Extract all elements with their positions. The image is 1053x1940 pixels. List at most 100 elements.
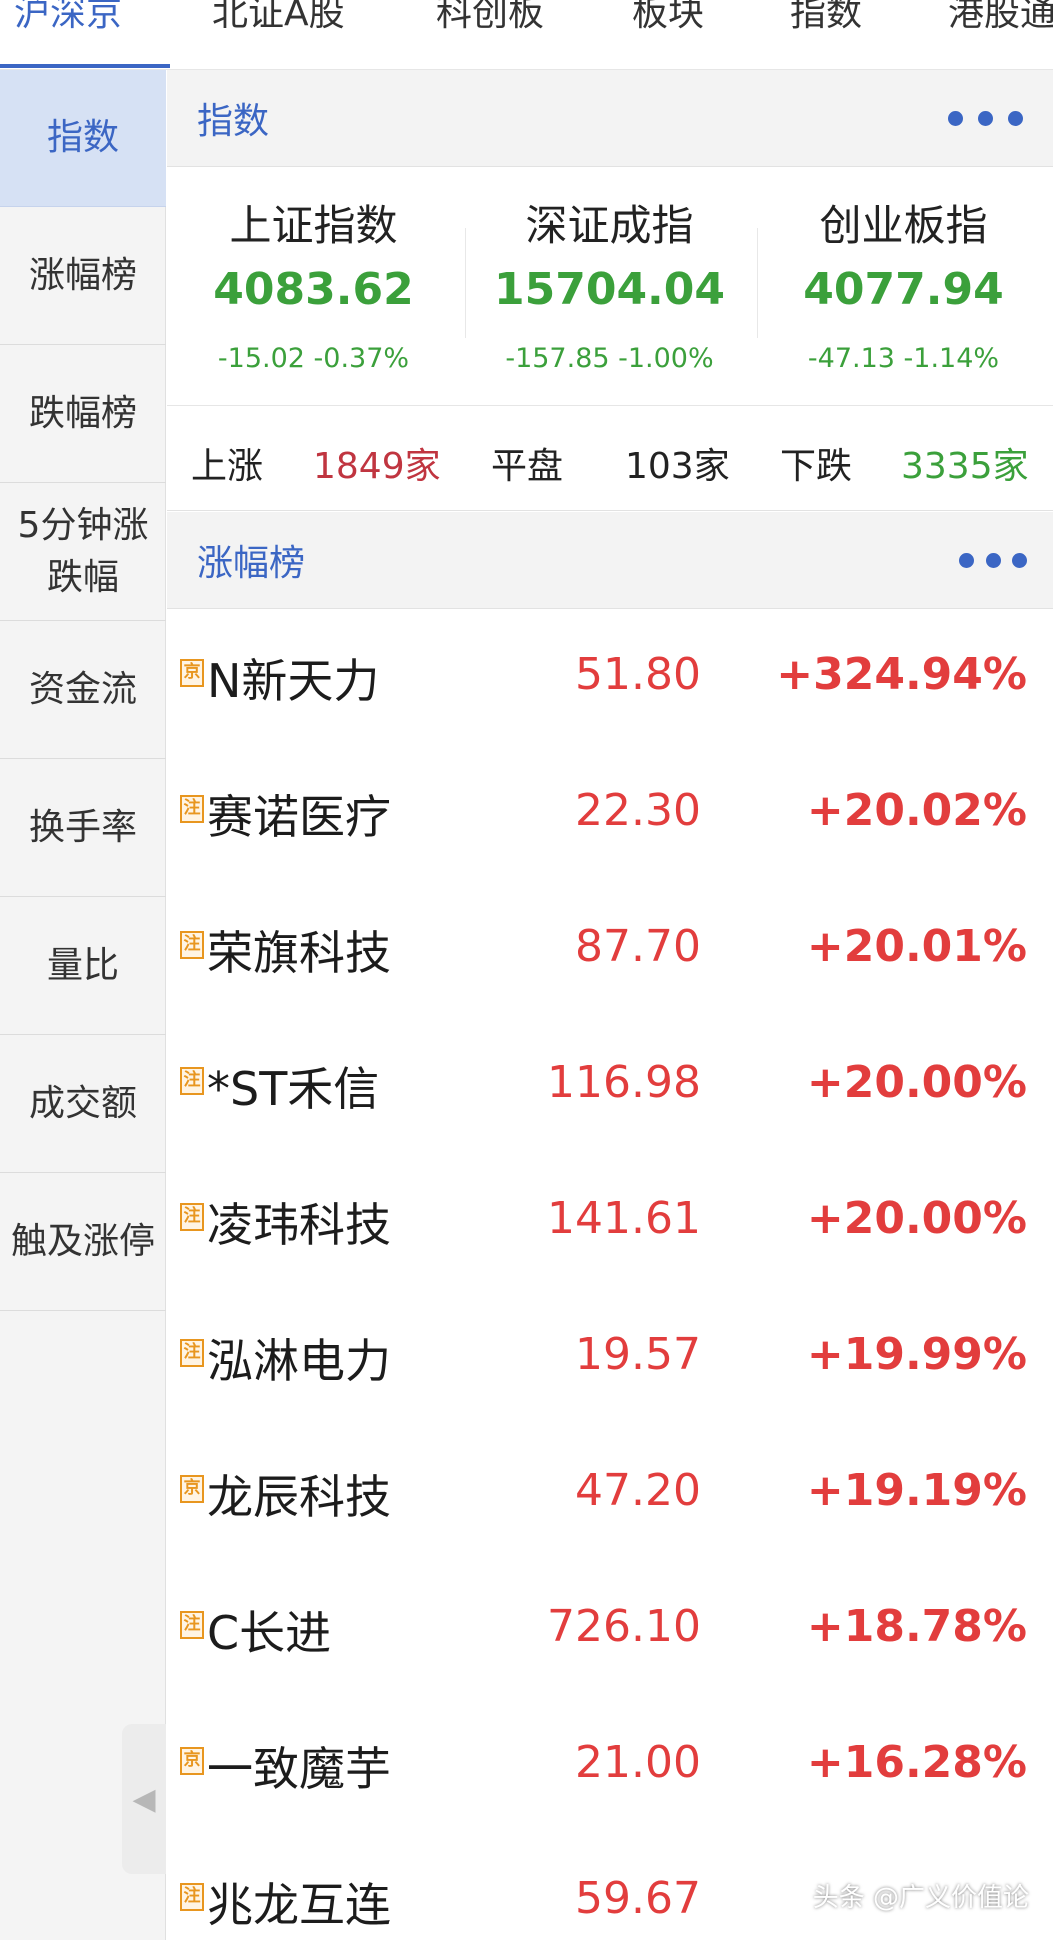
index-change: -157.85 -1.00% xyxy=(505,343,714,374)
index-card-shenzhen[interactable]: 深证成指 15704.04 -157.85 -1.00% xyxy=(463,168,756,406)
tab-bankuai[interactable]: 板块 xyxy=(632,0,704,54)
stock-change-pct: +18.78% xyxy=(806,1601,1027,1652)
stock-row[interactable]: 注 泓淋电力 19.57 +19.99% xyxy=(167,1289,1053,1425)
index-price: 4077.94 xyxy=(803,264,1004,315)
sidebar-item-turnover-amount[interactable]: 成交额 xyxy=(0,1036,166,1173)
stock-row[interactable]: 注 赛诺医疗 22.30 +20.02% xyxy=(167,745,1053,881)
market-badge: 注 xyxy=(180,1067,204,1095)
stock-price: 141.61 xyxy=(547,1193,701,1244)
sidebar: 指数 涨幅榜 跌幅榜 5分钟涨 跌幅 资金流 换手率 量比 成交额 触及涨停 xyxy=(0,70,166,1940)
index-section-header: 指数 xyxy=(167,70,1053,167)
collapse-arrow-icon: ◀ xyxy=(132,1781,156,1817)
stock-price: 21.00 xyxy=(575,1737,701,1788)
collapse-handle[interactable]: ◀ xyxy=(122,1724,166,1874)
stock-name: 泓淋电力 xyxy=(207,1334,391,1388)
index-name: 上证指数 xyxy=(229,201,398,250)
stock-row[interactable]: 注 凌玮科技 141.61 +20.00% xyxy=(167,1153,1053,1289)
market-badge: 京 xyxy=(180,659,204,687)
stock-change-pct: +20.00% xyxy=(806,1193,1027,1244)
stock-price: 19.57 xyxy=(575,1329,701,1380)
index-card-chinext[interactable]: 创业板指 4077.94 -47.13 -1.14% xyxy=(757,168,1050,406)
stock-name: 一致魔芋 xyxy=(207,1742,391,1796)
stock-change-pct: +19.19% xyxy=(806,1465,1027,1516)
stock-row[interactable]: 注 C长进 726.10 +18.78% xyxy=(167,1561,1053,1697)
active-tab-indicator xyxy=(0,64,170,68)
index-change: -15.02 -0.37% xyxy=(217,343,410,374)
stock-name: *ST禾信 xyxy=(207,1062,380,1116)
gainers-section-title: 涨幅榜 xyxy=(197,543,306,584)
up-label: 上涨 xyxy=(191,446,264,487)
tab-kechuang[interactable]: 科创板 xyxy=(436,0,544,54)
stock-price: 726.10 xyxy=(547,1601,701,1652)
stock-name: 龙辰科技 xyxy=(207,1470,391,1524)
sidebar-item-label: 成交额 xyxy=(28,1083,137,1124)
market-breadth: 上涨 1849家 平盘 103家 下跌 3335家 xyxy=(167,407,1053,511)
tab-hu-shen-jing[interactable]: 沪深京 xyxy=(14,0,122,54)
stock-name: N新天力 xyxy=(207,654,380,708)
sidebar-item-limit-up[interactable]: 触及涨停 xyxy=(0,1174,166,1311)
sidebar-item-5min-change[interactable]: 5分钟涨 跌幅 xyxy=(0,484,166,621)
down-count: 3335家 xyxy=(901,446,1029,487)
up-count: 1849家 xyxy=(313,446,441,487)
stock-change-pct: +324.94% xyxy=(776,649,1027,700)
stock-price: 87.70 xyxy=(575,921,701,972)
sidebar-item-label: 量比 xyxy=(46,945,119,986)
sidebar-item-label: 涨幅榜 xyxy=(28,255,137,296)
flat-count: 103家 xyxy=(625,446,730,487)
stock-row[interactable]: 注 *ST禾信 116.98 +20.00% xyxy=(167,1017,1053,1153)
stock-row[interactable]: 京 N新天力 51.80 +324.94% xyxy=(167,609,1053,745)
sidebar-item-losers[interactable]: 跌幅榜 xyxy=(0,346,166,483)
stock-change-pct: +20.02% xyxy=(806,785,1027,836)
market-badge: 注 xyxy=(180,1203,204,1231)
index-card-shanghai[interactable]: 上证指数 4083.62 -15.02 -0.37% xyxy=(167,168,460,406)
main-content: 指数 上证指数 4083.62 -15.02 -0.37% 深证成指 15704… xyxy=(167,70,1053,1940)
sidebar-item-index[interactable]: 指数 xyxy=(0,70,166,207)
sidebar-item-volume-ratio[interactable]: 量比 xyxy=(0,898,166,1035)
index-name: 深证成指 xyxy=(525,201,694,250)
index-name: 创业板指 xyxy=(819,201,988,250)
stock-row[interactable]: 注 荣旗科技 87.70 +20.01% xyxy=(167,881,1053,1017)
stock-change-pct: +16.28% xyxy=(806,1737,1027,1788)
more-icon[interactable] xyxy=(948,110,1023,126)
tab-beizheng-a[interactable]: 北证A股 xyxy=(212,0,345,54)
flat-label: 平盘 xyxy=(491,446,564,487)
stock-change-pct: +20.00% xyxy=(806,1057,1027,1108)
market-badge: 注 xyxy=(180,1883,204,1911)
index-change: -47.13 -1.14% xyxy=(807,343,1000,374)
market-badge: 注 xyxy=(180,931,204,959)
stock-price: 116.98 xyxy=(547,1057,701,1108)
watermark: 头条 @广义价值论 xyxy=(812,1883,1029,1913)
index-price: 4083.62 xyxy=(213,264,414,315)
stock-price: 59.67 xyxy=(575,1873,701,1924)
tab-zhishu[interactable]: 指数 xyxy=(790,0,862,54)
stock-row[interactable]: 京 一致魔芋 21.00 +16.28% xyxy=(167,1697,1053,1833)
market-badge: 注 xyxy=(180,1339,204,1367)
market-badge: 京 xyxy=(180,1475,204,1503)
market-tab-bar: 沪深京 北证A股 科创板 板块 指数 港股通 xyxy=(0,0,1053,70)
sidebar-item-label: 指数 xyxy=(46,117,119,158)
sidebar-item-label: 换手率 xyxy=(28,807,137,848)
stock-name: 赛诺医疗 xyxy=(207,790,391,844)
tab-ganggutong[interactable]: 港股通 xyxy=(948,0,1053,54)
stock-change-pct: +19.99% xyxy=(806,1329,1027,1380)
stock-name: 凌玮科技 xyxy=(207,1198,391,1252)
stock-price: 47.20 xyxy=(575,1465,701,1516)
sidebar-item-label: 触及涨停 xyxy=(10,1221,155,1262)
sidebar-item-label-line2: 跌幅 xyxy=(46,557,119,598)
sidebar-item-gainers[interactable]: 涨幅榜 xyxy=(0,208,166,345)
stock-row[interactable]: 京 龙辰科技 47.20 +19.19% xyxy=(167,1425,1053,1561)
sidebar-item-fund-flow[interactable]: 资金流 xyxy=(0,622,166,759)
market-badge: 注 xyxy=(180,795,204,823)
more-icon[interactable] xyxy=(959,552,1027,568)
market-badge: 京 xyxy=(180,1747,204,1775)
sidebar-item-turnover-rate[interactable]: 换手率 xyxy=(0,760,166,897)
down-label: 下跌 xyxy=(780,446,853,487)
index-section-title: 指数 xyxy=(197,101,270,142)
index-quotes: 上证指数 4083.62 -15.02 -0.37% 深证成指 15704.04… xyxy=(167,168,1053,406)
stock-name: 兆龙互连 xyxy=(207,1878,391,1932)
stock-price: 51.80 xyxy=(575,649,701,700)
stock-price: 22.30 xyxy=(575,785,701,836)
sidebar-item-label-line1: 5分钟涨 xyxy=(17,505,149,546)
stock-name: 荣旗科技 xyxy=(207,926,391,980)
index-price: 15704.04 xyxy=(493,264,726,315)
